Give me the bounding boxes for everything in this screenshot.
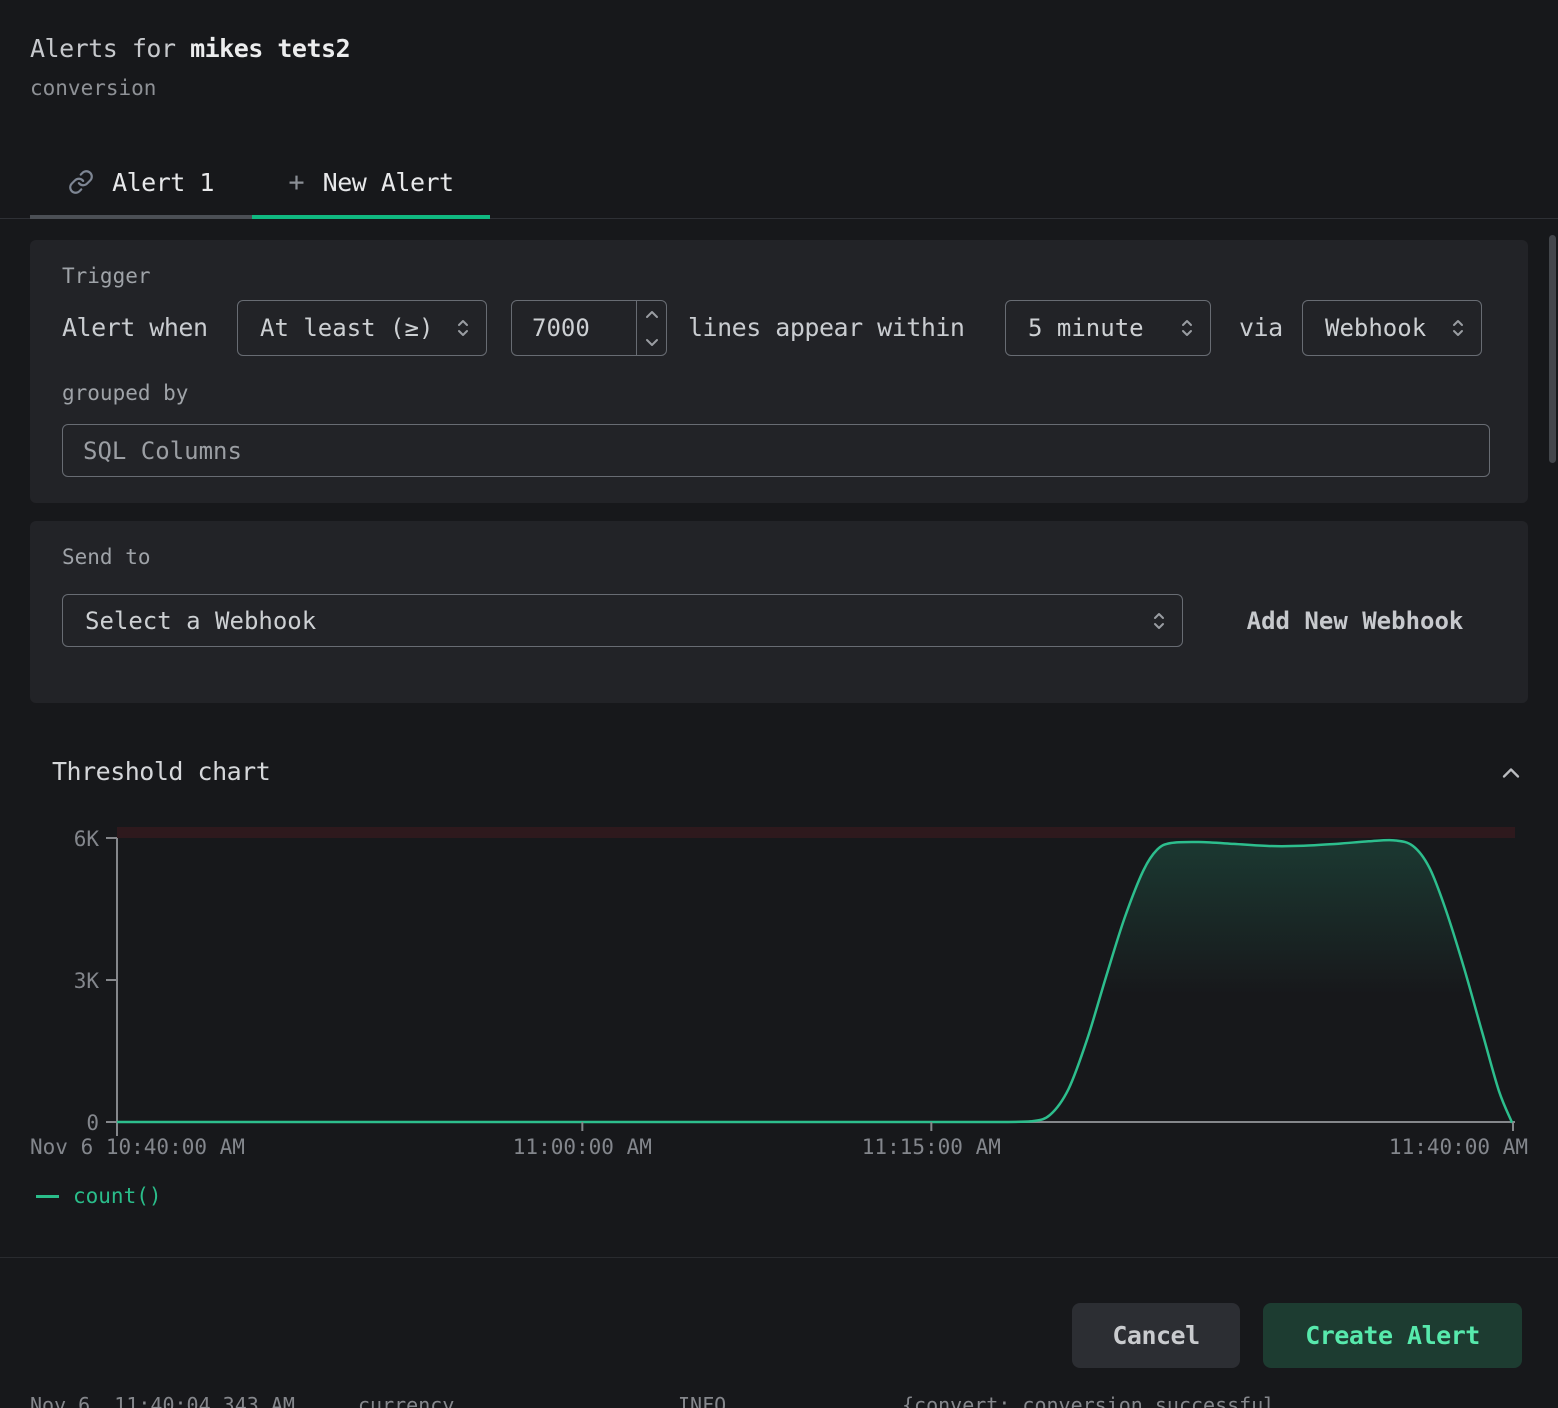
- tab-bar: Alert 1 + New Alert: [0, 150, 1558, 219]
- chevron-updown-icon: [1180, 317, 1194, 339]
- send-to-section: Send to Select a Webhook Add New Webhook: [30, 521, 1528, 703]
- background-log-row: Nov 6, 11:40:04.343 AM currency INFO {co…: [0, 1393, 1558, 1408]
- chevron-updown-icon: [1152, 610, 1166, 632]
- tab-alert-1-label: Alert 1: [112, 168, 214, 197]
- tab-alert-1-underline: [30, 215, 252, 219]
- x-tick-label: 11:40:00 AM: [1389, 1135, 1528, 1159]
- cancel-button[interactable]: Cancel: [1072, 1303, 1240, 1368]
- chevron-down-icon: [645, 337, 659, 347]
- dataset-name: mikes tets2: [190, 34, 350, 63]
- series-area: [117, 840, 1512, 1122]
- add-new-webhook-button[interactable]: Add New Webhook: [1210, 594, 1500, 647]
- plus-icon: +: [288, 169, 304, 196]
- grouped-by-label: grouped by: [62, 381, 188, 405]
- scrollbar-thumb[interactable]: [1549, 235, 1556, 463]
- y-tick-label: 6K: [74, 827, 100, 851]
- create-alert-button[interactable]: Create Alert: [1263, 1303, 1522, 1368]
- chevron-updown-icon: [456, 317, 470, 339]
- tab-new-alert-label: New Alert: [323, 168, 454, 197]
- log-level: INFO: [678, 1393, 726, 1408]
- chevron-up-icon: [1497, 759, 1525, 787]
- link-icon: [68, 169, 94, 195]
- threshold-band: [117, 827, 1515, 838]
- grouped-by-input[interactable]: [62, 424, 1490, 477]
- alert-when-label: Alert when: [62, 300, 208, 356]
- comparator-select[interactable]: At least (≥): [237, 300, 487, 356]
- tab-alert-1[interactable]: Alert 1: [30, 150, 252, 214]
- chart-legend: count(): [36, 1184, 162, 1208]
- log-message: {convert: conversion successful: [902, 1393, 1275, 1408]
- threshold-input[interactable]: [512, 301, 636, 355]
- x-tick-label: 11:00:00 AM: [513, 1135, 652, 1159]
- threshold-stepper: [636, 301, 666, 355]
- window-value: 5 minute: [1028, 314, 1144, 342]
- chevron-up-icon: [645, 310, 659, 320]
- tab-new-alert-active-underline: [252, 215, 490, 219]
- series-line: [117, 840, 1512, 1122]
- log-dataset: currency: [358, 1393, 454, 1408]
- trigger-label: Trigger: [62, 264, 151, 288]
- y-tick-label: 0: [86, 1111, 99, 1135]
- stepper-down-button[interactable]: [637, 328, 666, 355]
- trigger-section: Trigger Alert when At least (≥) lines ap…: [30, 240, 1528, 503]
- webhook-select[interactable]: Select a Webhook: [62, 594, 1183, 647]
- channel-value: Webhook: [1325, 314, 1426, 342]
- send-to-label: Send to: [62, 545, 151, 569]
- comparator-value: At least (≥): [260, 314, 433, 342]
- y-tick-label: 3K: [74, 969, 100, 993]
- channel-select[interactable]: Webhook: [1302, 300, 1482, 356]
- page-title-prefix: Alerts for: [30, 34, 190, 63]
- alert-modal: Alerts for mikes tets2 conversion Alert …: [0, 0, 1558, 1408]
- x-tick-label: 11:15:00 AM: [862, 1135, 1001, 1159]
- lines-appear-label: lines appear within: [688, 300, 964, 356]
- page-subtitle: conversion: [30, 76, 156, 100]
- tab-new-alert[interactable]: + New Alert: [252, 150, 490, 214]
- chevron-updown-icon: [1451, 317, 1465, 339]
- stepper-up-button[interactable]: [637, 301, 666, 328]
- via-label: via: [1239, 300, 1283, 356]
- threshold-chart-title: Threshold chart: [52, 757, 270, 786]
- window-select[interactable]: 5 minute: [1005, 300, 1211, 356]
- page-title: Alerts for mikes tets2: [30, 34, 350, 63]
- legend-line-swatch: [36, 1195, 59, 1198]
- x-tick-label: Nov 6 10:40:00 AM: [30, 1135, 245, 1159]
- footer-divider: [0, 1257, 1558, 1258]
- legend-series-label: count(): [73, 1184, 162, 1208]
- log-timestamp: Nov 6, 11:40:04.343 AM: [30, 1393, 295, 1408]
- threshold-number-field: [511, 300, 667, 356]
- collapse-chart-button[interactable]: [1496, 758, 1526, 788]
- webhook-select-value: Select a Webhook: [85, 607, 316, 635]
